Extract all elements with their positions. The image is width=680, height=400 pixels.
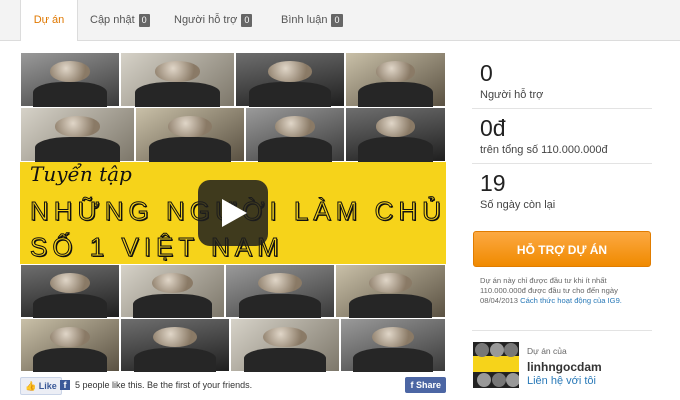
portrait-photo — [340, 318, 446, 372]
share-label: Share — [415, 380, 441, 390]
tab-comments-label: Bình luận — [281, 14, 328, 27]
contact-owner-link[interactable]: Liên hệ với tôi — [527, 375, 596, 387]
facebook-icon: f — [60, 380, 70, 390]
portrait-photo — [20, 52, 120, 109]
portrait-photo — [20, 107, 135, 164]
tab-comments-count: 0 — [331, 13, 343, 27]
tab-project[interactable]: Dự án — [20, 0, 78, 41]
tab-bar: Dự án Cập nhật 0 Người hỗ trợ 0 Bình luận 0 — [0, 0, 680, 41]
portrait-photo — [345, 52, 446, 109]
tab-comments[interactable]: Bình luận 0 — [281, 0, 343, 40]
support-project-button[interactable]: HỖ TRỢ DỰ ÁN — [473, 231, 651, 267]
thumbs-up-icon: 👍 — [25, 381, 37, 391]
tab-updates-count: 0 — [138, 13, 150, 27]
portrait-photo — [120, 52, 235, 109]
divider — [472, 108, 652, 109]
portrait-photo — [245, 107, 345, 164]
facebook-like-button[interactable]: 👍 Like — [20, 377, 62, 395]
divider — [472, 330, 652, 331]
portrait-photo — [20, 318, 120, 372]
facebook-icon: f — [410, 380, 414, 390]
portrait-photo — [20, 264, 120, 320]
supporters-value: 0 — [480, 60, 493, 86]
divider — [472, 163, 652, 164]
like-count-text: 5 people like this. Be the first of your… — [75, 380, 253, 390]
portrait-photo — [230, 318, 340, 372]
tab-supporters-label: Người hỗ trợ — [174, 14, 238, 27]
portrait-photo — [120, 318, 230, 372]
amount-label: trên tổng số 110.000.000đ — [480, 144, 608, 156]
like-label: Like — [38, 381, 57, 391]
play-icon — [222, 199, 247, 227]
amount-value: 0đ — [480, 115, 506, 141]
portrait-photo — [135, 107, 245, 164]
how-it-works-link[interactable]: Cách thức hoạt động của IG9. — [520, 296, 622, 305]
tab-updates-label: Cập nhật — [90, 14, 135, 27]
banner-title: Tuyển tập — [30, 162, 132, 186]
tab-supporters[interactable]: Người hỗ trợ 0 — [174, 0, 253, 40]
funding-notice: Dự án này chỉ được đầu tư khi ít nhất 11… — [480, 276, 650, 306]
tab-updates[interactable]: Cập nhật 0 — [90, 0, 150, 40]
portrait-photo — [345, 107, 446, 164]
project-video[interactable]: Tuyển tập NHỮNG NGƯỜI LÀM CHỦ SỐ 1 VIỆT … — [20, 52, 446, 372]
play-button[interactable] — [198, 180, 268, 246]
days-value: 19 — [480, 170, 506, 196]
tab-project-label: Dự án — [33, 14, 65, 27]
owner-avatar[interactable] — [473, 342, 519, 388]
social-bar: 👍 Like f 5 people like this. Be the firs… — [20, 376, 446, 396]
portrait-photo — [120, 264, 225, 320]
supporters-label: Người hỗ trợ — [480, 89, 544, 101]
owner-name[interactable]: linhngocdam — [527, 360, 602, 374]
facebook-share-button[interactable]: f Share — [405, 377, 446, 393]
owner-caption: Dự án của — [527, 346, 567, 356]
tab-supporters-count: 0 — [241, 13, 253, 27]
portrait-photo — [225, 264, 335, 320]
days-label: Số ngày còn lại — [480, 199, 556, 211]
portrait-photo — [335, 264, 446, 320]
portrait-photo — [235, 52, 345, 109]
